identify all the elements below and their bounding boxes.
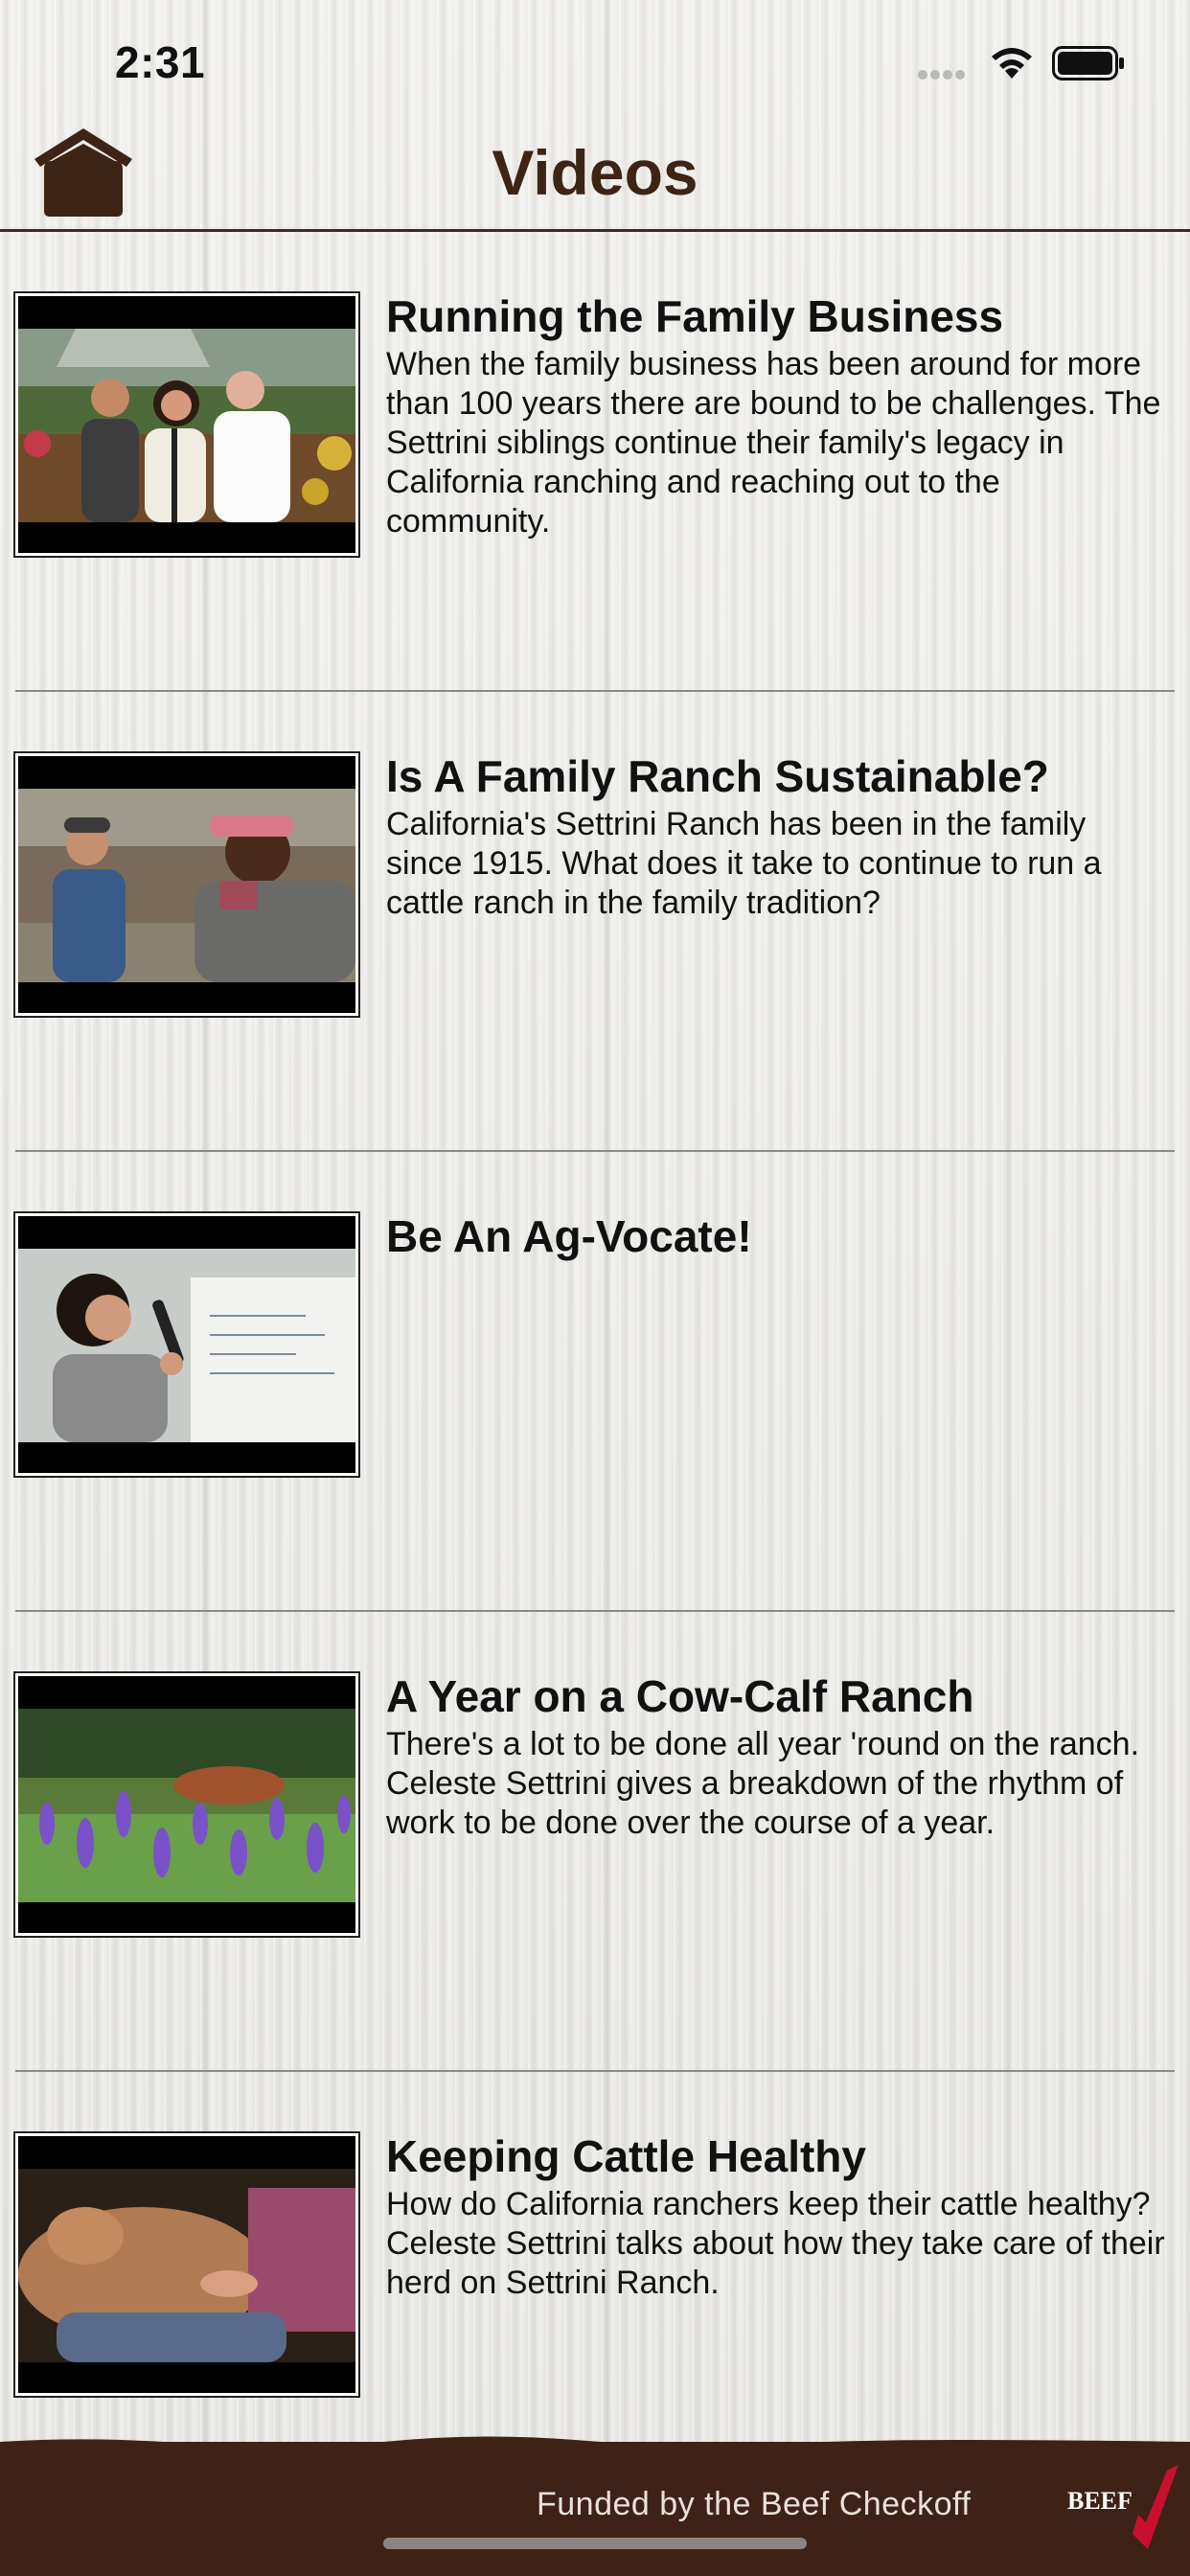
video-item-ag-vocate[interactable]: Be An Ag-Vocate! xyxy=(13,1152,1175,1612)
thumbnail-image xyxy=(18,1249,355,1442)
video-item-family-ranch-sustainable[interactable]: Is A Family Ranch Sustainable? Californi… xyxy=(13,692,1175,1152)
video-title: A Year on a Cow-Calf Ranch xyxy=(386,1671,974,1721)
video-thumbnail xyxy=(13,1211,360,1478)
video-description: California's Settrini Ranch has been in … xyxy=(386,806,1102,921)
video-title: Be An Ag-Vocate! xyxy=(386,1211,752,1261)
status-bar: 2:31 xyxy=(0,0,1190,126)
nav-header: Videos xyxy=(0,126,1190,232)
funded-by-text: Funded by the Beef Checkoff xyxy=(537,2486,972,2522)
video-title: Is A Family Ranch Sustainable? xyxy=(386,751,1049,801)
video-description: There's a lot to be done all year 'round… xyxy=(386,1726,1140,1841)
thumbnail-image xyxy=(18,789,355,982)
thumbnail-image xyxy=(18,1709,355,1902)
wifi-icon xyxy=(992,48,1032,79)
beef-logo-text: BEEF xyxy=(1067,2487,1133,2515)
video-title: Keeping Cattle Healthy xyxy=(386,2131,866,2181)
video-description: When the family business has been around… xyxy=(386,346,1161,540)
cellular-signal-icon xyxy=(918,67,975,80)
beef-checkoff-logo: BEEF xyxy=(1067,2465,1179,2549)
video-list: Running the Family Business When the fam… xyxy=(0,232,1190,2532)
video-thumbnail xyxy=(13,751,360,1018)
footer-banner: Funded by the Beef Checkoff BEEF xyxy=(0,2436,1190,2576)
thumbnail-image xyxy=(18,329,355,522)
video-thumbnail xyxy=(13,291,360,558)
video-description: How do California ranchers keep their ca… xyxy=(386,2186,1165,2301)
page-title: Videos xyxy=(492,137,698,208)
video-item-running-family-business[interactable]: Running the Family Business When the fam… xyxy=(13,232,1175,692)
video-item-year-cow-calf-ranch[interactable]: A Year on a Cow-Calf Ranch There's a lot… xyxy=(13,1612,1175,2072)
video-thumbnail xyxy=(13,1671,360,1938)
battery-icon xyxy=(1052,46,1124,80)
video-thumbnail xyxy=(13,2131,360,2398)
status-time: 2:31 xyxy=(115,37,206,87)
home-indicator[interactable] xyxy=(383,2538,807,2549)
video-title: Running the Family Business xyxy=(386,291,1004,341)
footer-edge xyxy=(0,2436,1190,2453)
thumbnail-image xyxy=(18,2169,355,2362)
